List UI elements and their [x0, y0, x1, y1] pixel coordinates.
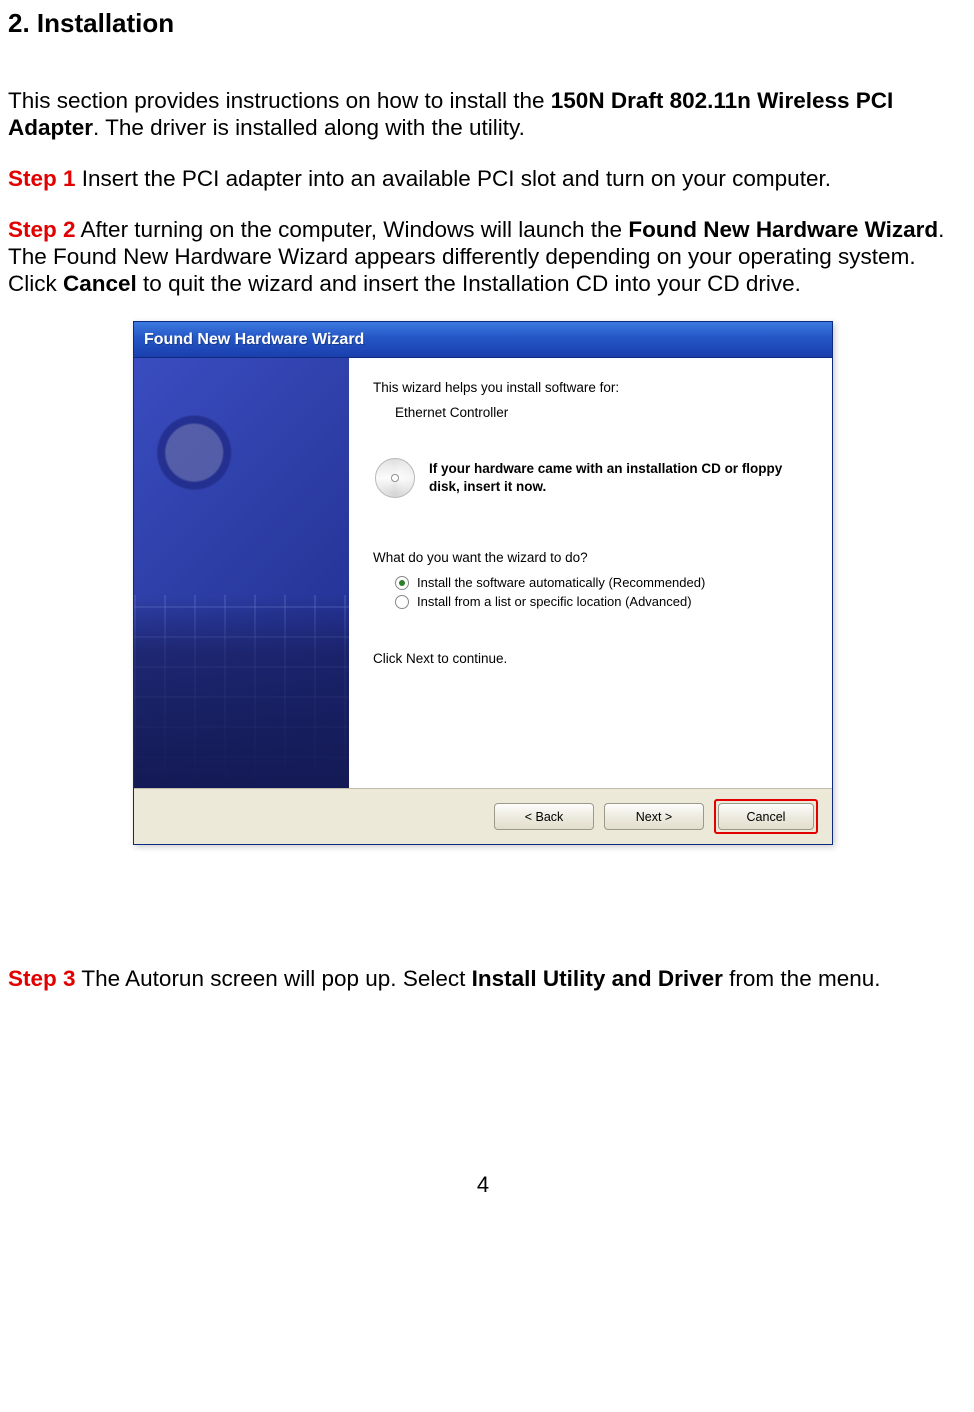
step-1-text: Insert the PCI adapter into an available…: [76, 166, 831, 191]
step-3-bold-a: Install Utility and Driver: [472, 966, 723, 991]
intro-paragraph: This section provides instructions on ho…: [4, 87, 962, 141]
wizard-button-row: < Back Next > Cancel: [134, 788, 832, 844]
step-3-seg-b: from the menu.: [723, 966, 881, 991]
step-2-seg-c: to quit the wizard and insert the Instal…: [137, 271, 801, 296]
wizard-titlebar: Found New Hardware Wizard: [134, 322, 832, 358]
wizard-title: Found New Hardware Wizard: [134, 331, 364, 349]
intro-post: . The driver is installed along with the…: [93, 115, 525, 140]
step-2-seg-a: After turning on the computer, Windows w…: [76, 217, 629, 242]
wizard-sidebar-graphic: [134, 358, 349, 788]
next-button[interactable]: Next >: [604, 803, 704, 830]
radio-icon: [395, 595, 409, 609]
section-heading: 2. Installation: [4, 8, 962, 39]
radio-icon: [395, 576, 409, 590]
radio-option-advanced[interactable]: Install from a list or specific location…: [395, 594, 810, 609]
step-1-label: Step 1: [8, 166, 76, 191]
wizard-continue-text: Click Next to continue.: [373, 651, 810, 666]
cd-icon: [375, 458, 415, 498]
cancel-button[interactable]: Cancel: [718, 803, 814, 830]
step-2-bold-a: Found New Hardware Wizard: [628, 217, 938, 242]
wizard-question: What do you want the wizard to do?: [373, 550, 810, 565]
intro-pre: This section provides instructions on ho…: [8, 88, 551, 113]
step-1: Step 1 Insert the PCI adapter into an av…: [4, 165, 962, 192]
step-2: Step 2 After turning on the computer, Wi…: [4, 216, 962, 297]
wizard-device-name: Ethernet Controller: [373, 405, 810, 420]
step-3-label: Step 3: [8, 966, 76, 991]
radio-option-automatic[interactable]: Install the software automatically (Reco…: [395, 575, 810, 590]
radio-label-automatic: Install the software automatically (Reco…: [417, 575, 705, 590]
radio-label-advanced: Install from a list or specific location…: [417, 594, 692, 609]
step-2-label: Step 2: [8, 217, 76, 242]
step-2-bold-b: Cancel: [63, 271, 137, 296]
wizard-intro-line: This wizard helps you install software f…: [373, 380, 810, 395]
back-button[interactable]: < Back: [494, 803, 594, 830]
step-3: Step 3 The Autorun screen will pop up. S…: [4, 965, 962, 992]
page-number: 4: [4, 1172, 962, 1198]
wizard-cd-hint: If your hardware came with an installati…: [429, 458, 810, 496]
cancel-highlight-box: Cancel: [714, 799, 818, 834]
step-3-seg-a: The Autorun screen will pop up. Select: [76, 966, 472, 991]
wizard-dialog: Found New Hardware Wizard This wizard he…: [133, 321, 833, 845]
wizard-content: This wizard helps you install software f…: [349, 358, 832, 788]
